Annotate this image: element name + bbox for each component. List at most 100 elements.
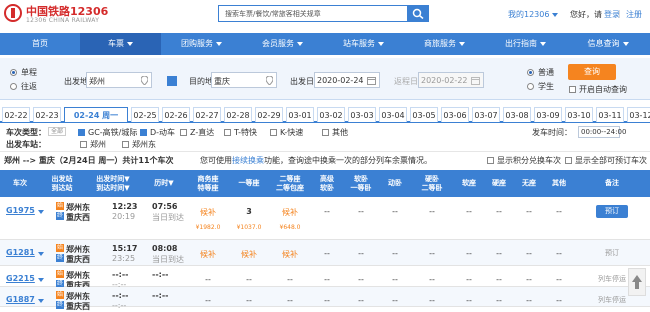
date-tab-17[interactable]: 03-10 [565, 107, 593, 122]
seat-availability: -- [556, 275, 562, 284]
table-header-15: 备注 [605, 179, 619, 187]
chevron-down-icon[interactable] [38, 252, 44, 256]
date-tab-14[interactable]: 03-07 [472, 107, 500, 122]
return-date-input[interactable]: 2020-02-22 [418, 72, 484, 88]
station-checkbox-zhengzhou[interactable] [80, 141, 87, 148]
date-tab-19[interactable]: 03-12 [627, 107, 650, 122]
return-date-label: 返程日 [394, 77, 418, 86]
seat-availability: -- [324, 249, 330, 258]
nav-item-business[interactable]: 商旅服务 [404, 33, 485, 55]
seat-availability[interactable]: 候补 [268, 207, 312, 218]
table-header-9: 动卧 [388, 179, 402, 187]
chevron-down-icon [297, 41, 303, 46]
my-account-link[interactable]: 我的12306 [508, 9, 559, 20]
table-header-8: 软卧 一等卧 [350, 174, 372, 192]
duration: 07:56 [152, 202, 178, 211]
date-tab-3[interactable]: 02-25 [131, 107, 159, 122]
train-type-checkbox-4[interactable] [270, 129, 277, 136]
date-tab-7[interactable]: 02-29 [255, 107, 283, 122]
date-tab-10[interactable]: 03-03 [348, 107, 376, 122]
date-tab-4[interactable]: 02-26 [162, 107, 190, 122]
swap-stations-icon[interactable] [167, 76, 177, 86]
seat-availability[interactable]: 候补 [230, 249, 268, 260]
all-types-tag[interactable]: 全部 [48, 127, 67, 136]
seat-availability[interactable]: 候补 [268, 249, 312, 260]
duration: 08:08 [152, 244, 178, 253]
train-type-checkbox-1[interactable] [140, 129, 147, 136]
origin-badge-icon: 始 [56, 202, 64, 210]
date-tab-1[interactable]: 02-23 [33, 107, 61, 122]
date-tab-2[interactable]: 02-24 周一 [64, 107, 128, 122]
railway-logo-icon[interactable] [4, 4, 22, 22]
radio-adult[interactable] [527, 69, 534, 76]
show-points-checkbox[interactable] [487, 157, 494, 164]
depart-time-select[interactable]: 00:00--24:00 [578, 126, 626, 138]
chevron-down-icon[interactable] [38, 278, 44, 282]
depart-date-input[interactable]: 2020-02-24 [314, 72, 380, 88]
from-station-input[interactable]: 郑州 [86, 72, 152, 88]
chevron-down-icon[interactable] [38, 299, 44, 303]
date-tab-5[interactable]: 02-27 [193, 107, 221, 122]
date-tab-8[interactable]: 03-01 [286, 107, 314, 122]
train-type-checkbox-5[interactable] [322, 129, 329, 136]
auto-query-checkbox[interactable] [569, 86, 576, 93]
date-tab-9[interactable]: 03-02 [317, 107, 345, 122]
date-tab-13[interactable]: 03-06 [441, 107, 469, 122]
radio-round-trip[interactable] [10, 83, 17, 90]
header-divider: | [618, 9, 621, 18]
nav-item-group[interactable]: 团购服务 [161, 33, 242, 55]
chevron-down-icon[interactable] [38, 210, 44, 214]
table-header-2[interactable]: 出发时间▼ 到达时间▼ [84, 170, 142, 197]
seat-availability[interactable]: 候补 [186, 249, 230, 260]
date-tab-6[interactable]: 02-28 [224, 107, 252, 122]
seat-availability: -- [358, 275, 364, 284]
radio-one-way[interactable] [10, 69, 17, 76]
nav-item-station[interactable]: 站车服务 [323, 33, 404, 55]
register-link[interactable]: 注册 [626, 9, 642, 20]
arrival-day: 当日到达 [152, 255, 184, 264]
table-header-3[interactable]: 历时▼ [142, 170, 186, 197]
seat-availability: -- [324, 207, 330, 216]
student-label: 学生 [538, 82, 554, 91]
nav-item-guide[interactable]: 出行指南 [485, 33, 566, 55]
date-tab-18[interactable]: 03-11 [596, 107, 624, 122]
nav-label: 会员服务 [262, 39, 294, 48]
table-header-4: 商务座 特等座 [197, 174, 219, 192]
train-number-link[interactable]: G1281 [6, 248, 35, 257]
date-tab-11[interactable]: 03-04 [379, 107, 407, 122]
chevron-down-icon [552, 12, 559, 17]
search-button[interactable] [407, 5, 429, 22]
nav-item-tickets[interactable]: 车票 [80, 33, 161, 55]
arrow-up-icon [632, 275, 642, 289]
depart-time-value: 00:00--24:00 [581, 128, 627, 136]
train-type-checkbox-3[interactable] [224, 129, 231, 136]
to-station-input[interactable]: 重庆 [211, 72, 277, 88]
show-all-checkbox[interactable] [565, 157, 572, 164]
terminal-badge-icon: 终 [56, 254, 64, 262]
train-type-checkbox-0[interactable] [78, 129, 85, 136]
one-way-label: 单程 [21, 68, 37, 77]
date-tab-16[interactable]: 03-09 [534, 107, 562, 122]
station-label-zhengzhou: 郑州 [90, 140, 106, 149]
search-input[interactable]: 搜索车票/餐饮/常旅客相关规章 [218, 5, 408, 22]
train-type-checkbox-2[interactable] [180, 129, 187, 136]
query-button[interactable]: 查询 [568, 64, 616, 80]
nav-item-home[interactable]: 首页 [0, 33, 80, 55]
scroll-top-button[interactable] [628, 268, 646, 296]
to-label: 目的地 [189, 77, 213, 86]
result-table-header: 车次 出发站 到达站 出发时间▼ 到达时间▼ 历时▼ 商务座 特等座 一等座 二等座 二等包… [0, 170, 650, 197]
nav-item-info[interactable]: 信息查询 [566, 33, 650, 55]
train-number-link[interactable]: G2215 [6, 274, 35, 283]
seat-availability[interactable]: 候补 [186, 207, 230, 218]
book-button[interactable]: 预订 [596, 205, 628, 218]
station-checkbox-zhengzhoudong[interactable] [122, 141, 129, 148]
train-number-link[interactable]: G1975 [6, 206, 35, 215]
date-tab-12[interactable]: 03-05 [410, 107, 438, 122]
date-tab-0[interactable]: 02-22 [2, 107, 30, 122]
radio-student[interactable] [527, 83, 534, 90]
nav-item-member[interactable]: 会员服务 [242, 33, 323, 55]
date-tab-15[interactable]: 03-08 [503, 107, 531, 122]
table-row [0, 198, 650, 240]
transfer-link[interactable]: 接续换乘 [232, 156, 264, 165]
train-number-link[interactable]: G1887 [6, 295, 35, 304]
